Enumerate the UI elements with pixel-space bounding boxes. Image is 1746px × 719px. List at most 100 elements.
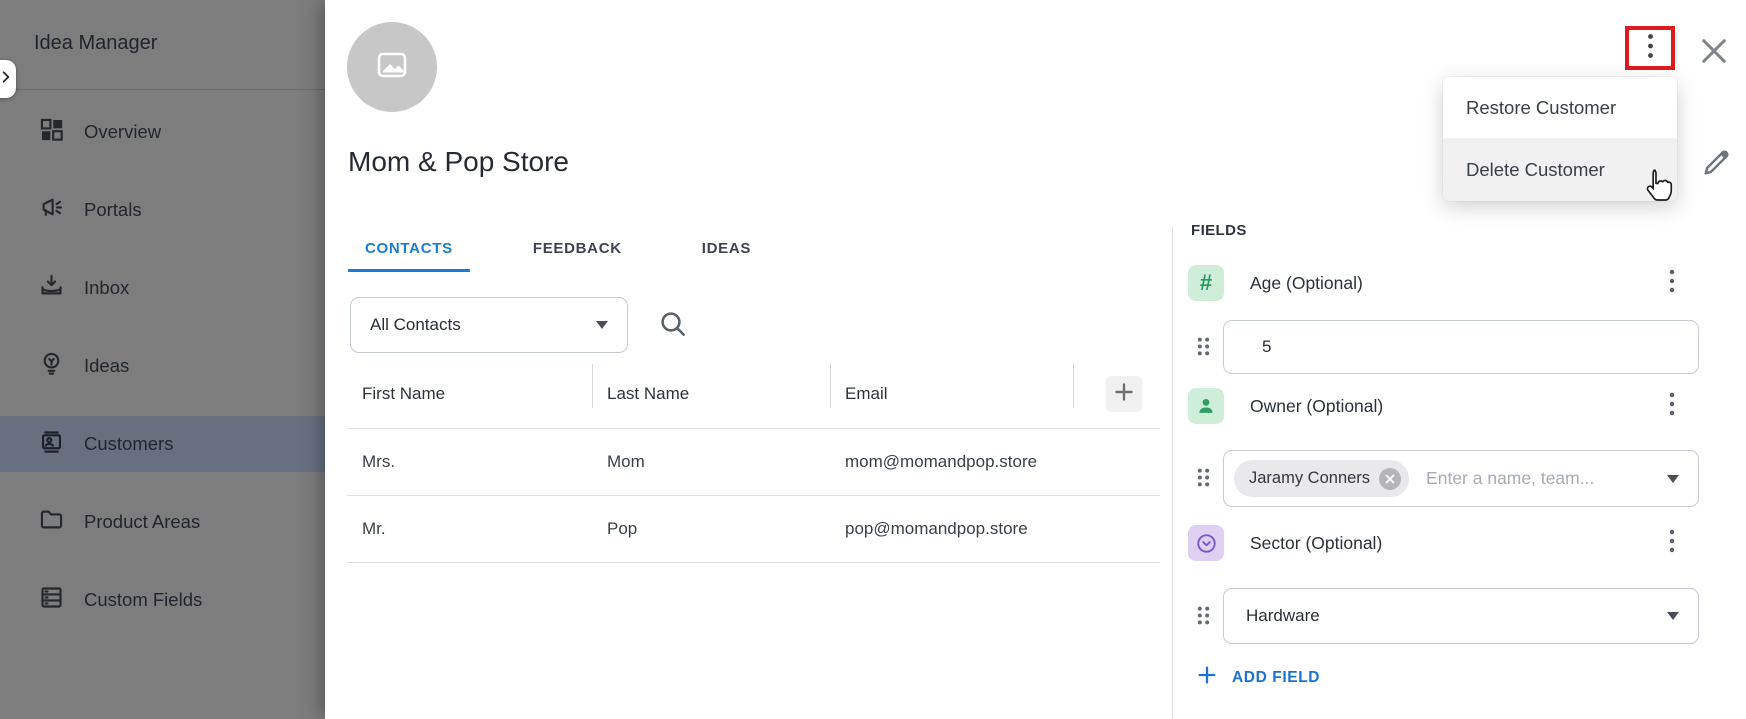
cell-email: mom@momandpop.store (830, 452, 1160, 472)
field-age-header: # Age (Optional) (1188, 265, 1363, 301)
sidebar-item-product-areas[interactable]: Product Areas (0, 494, 325, 550)
more-options-icon (1669, 528, 1675, 559)
cell-first-name: Mrs. (347, 452, 592, 472)
menu-item-restore-customer[interactable]: Restore Customer (1443, 77, 1677, 138)
sidebar-item-label: Customers (84, 433, 173, 455)
sidebar-item-ideas[interactable]: Ideas (0, 338, 325, 394)
customer-options-button[interactable] (1625, 26, 1675, 70)
sidebar-item-label: Portals (84, 199, 142, 221)
table-row[interactable]: Mrs. Mom mom@momandpop.store (347, 429, 1160, 496)
sector-select-value: Hardware (1246, 606, 1320, 626)
folder-icon (38, 506, 65, 538)
field-owner-options-button[interactable] (1661, 388, 1683, 424)
table-row[interactable]: Mr. Pop pop@momandpop.store (347, 496, 1160, 563)
megaphone-icon (38, 194, 65, 226)
search-icon (657, 327, 689, 344)
person-icon (1188, 388, 1224, 424)
owner-chip: Jaramy Conners (1234, 460, 1409, 497)
chevron-down-icon (1667, 475, 1679, 483)
sidebar-divider (0, 89, 325, 90)
dropdown-circle-icon (1188, 525, 1224, 561)
image-placeholder-icon (372, 45, 412, 90)
sector-select[interactable]: Hardware (1223, 588, 1699, 644)
more-options-icon (1669, 391, 1675, 422)
sidebar: Idea Manager Overview (0, 0, 325, 719)
owner-picker[interactable]: Jaramy Conners Enter a name, team... (1223, 450, 1699, 507)
page-title: Mom & Pop Store (348, 146, 569, 178)
cell-last-name: Pop (592, 519, 830, 539)
chevron-down-icon (596, 321, 608, 329)
panel-divider (1172, 226, 1173, 719)
sidebar-item-label: Custom Fields (84, 589, 202, 611)
more-options-icon (1669, 268, 1675, 299)
field-label: Sector (Optional) (1250, 533, 1382, 554)
contacts-filter-value: All Contacts (370, 315, 461, 335)
app-title: Idea Manager (34, 32, 157, 55)
pencil-icon (1701, 165, 1733, 182)
owner-picker-placeholder: Enter a name, team... (1426, 468, 1594, 489)
drag-handle-icon[interactable] (1193, 602, 1215, 634)
search-button[interactable] (657, 308, 689, 340)
sidebar-item-label: Ideas (84, 355, 129, 377)
customer-context-menu: Restore Customer Delete Customer (1443, 77, 1677, 201)
sidebar-expand-button[interactable] (0, 60, 16, 98)
field-label: Age (Optional) (1250, 273, 1363, 294)
fields-panel-title: FIELDS (1191, 222, 1247, 239)
stack-icon (38, 584, 65, 616)
tab-feedback[interactable]: FEEDBACK (516, 240, 639, 272)
field-owner-header: Owner (Optional) (1188, 388, 1383, 424)
tab-bar: CONTACTS FEEDBACK IDEAS (348, 240, 814, 272)
sidebar-item-label: Overview (84, 121, 161, 143)
chevron-right-icon (0, 70, 13, 89)
inbox-icon (38, 272, 65, 304)
contacts-table: First Name Last Name Email Mrs. Mom (347, 360, 1160, 563)
sidebar-nav: Overview Portals Inbox (0, 104, 325, 628)
sidebar-item-label: Inbox (84, 277, 129, 299)
field-age-options-button[interactable] (1661, 265, 1683, 301)
sidebar-item-label: Product Areas (84, 511, 200, 533)
column-header-first-name[interactable]: First Name (347, 360, 592, 428)
cell-first-name: Mr. (347, 519, 592, 539)
owner-chip-label: Jaramy Conners (1249, 469, 1370, 488)
remove-owner-icon[interactable] (1379, 468, 1401, 490)
contacts-filter-select[interactable]: All Contacts (350, 297, 628, 353)
field-sector-header: Sector (Optional) (1188, 525, 1382, 561)
cell-email: pop@momandpop.store (830, 519, 1160, 539)
age-input[interactable] (1224, 321, 1698, 373)
chevron-down-icon (1667, 612, 1679, 620)
number-icon: # (1188, 265, 1224, 301)
more-options-icon (1647, 32, 1654, 65)
grid-icon (38, 116, 65, 148)
tab-ideas[interactable]: IDEAS (685, 240, 768, 272)
cell-last-name: Mom (592, 452, 830, 472)
close-icon (1696, 56, 1732, 73)
field-label: Owner (Optional) (1250, 396, 1383, 417)
customer-detail-dialog: Mom & Pop Store CONTACTS FEEDBACK IDEAS … (325, 0, 1746, 719)
add-contact-cell (1073, 360, 1160, 428)
menu-item-delete-customer[interactable]: Delete Customer (1443, 138, 1677, 201)
sidebar-item-custom-fields[interactable]: Custom Fields (0, 572, 325, 628)
app-root: Idea Manager Overview (0, 0, 1746, 719)
sidebar-item-overview[interactable]: Overview (0, 104, 325, 160)
sidebar-item-portals[interactable]: Portals (0, 182, 325, 238)
sidebar-item-inbox[interactable]: Inbox (0, 260, 325, 316)
add-field-label: ADD FIELD (1232, 669, 1320, 687)
close-button[interactable] (1696, 33, 1732, 69)
plus-icon (1196, 664, 1218, 691)
add-field-button[interactable]: ADD FIELD (1196, 664, 1320, 691)
edit-button[interactable] (1701, 146, 1733, 178)
add-contact-button[interactable] (1106, 376, 1142, 412)
contact-card-icon (38, 428, 65, 460)
sidebar-item-customers[interactable]: Customers (0, 416, 325, 472)
tab-contacts[interactable]: CONTACTS (348, 240, 470, 272)
table-header-row: First Name Last Name Email (347, 360, 1160, 429)
drag-handle-icon[interactable] (1193, 333, 1215, 365)
column-header-email[interactable]: Email (830, 360, 1073, 428)
drag-handle-icon[interactable] (1193, 464, 1215, 496)
field-age-input-wrap (1223, 320, 1699, 374)
plus-icon (1112, 380, 1136, 409)
column-header-last-name[interactable]: Last Name (592, 360, 830, 428)
field-sector-options-button[interactable] (1661, 525, 1683, 561)
customer-avatar[interactable] (347, 22, 437, 112)
lightbulb-icon (38, 350, 65, 382)
